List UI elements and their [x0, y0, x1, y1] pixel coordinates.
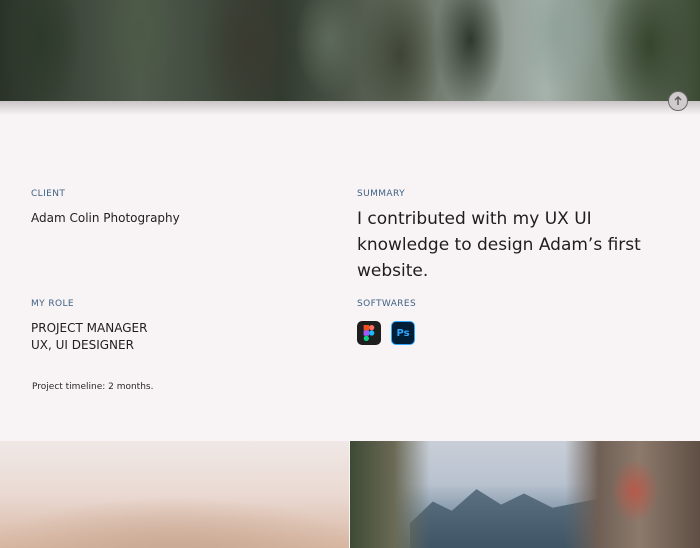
gallery-image-left — [0, 441, 349, 548]
rock-right-shape — [565, 441, 700, 548]
hero-image — [0, 0, 700, 101]
scroll-top-button[interactable] — [668, 91, 688, 111]
client-label: CLIENT — [31, 189, 66, 199]
summary-label: SUMMARY — [357, 189, 405, 199]
photoshop-icon: Ps — [391, 321, 415, 345]
hero-shadow — [0, 101, 700, 115]
softwares-label: SOFTWARES — [357, 299, 417, 309]
figma-icon — [357, 321, 381, 345]
role-label: MY ROLE — [31, 299, 74, 309]
summary-text: I contributed with my UX UI knowledge to… — [357, 209, 641, 281]
role-line-1: PROJECT MANAGER — [31, 321, 148, 335]
client-value: Adam Colin Photography — [31, 211, 180, 225]
gallery-image-right — [350, 441, 700, 548]
project-timeline: Project timeline: 2 months. — [32, 382, 154, 392]
role-line-2: UX, UI DESIGNER — [31, 338, 134, 352]
arrow-up-icon — [674, 96, 682, 105]
rock-left-shape — [350, 441, 430, 548]
